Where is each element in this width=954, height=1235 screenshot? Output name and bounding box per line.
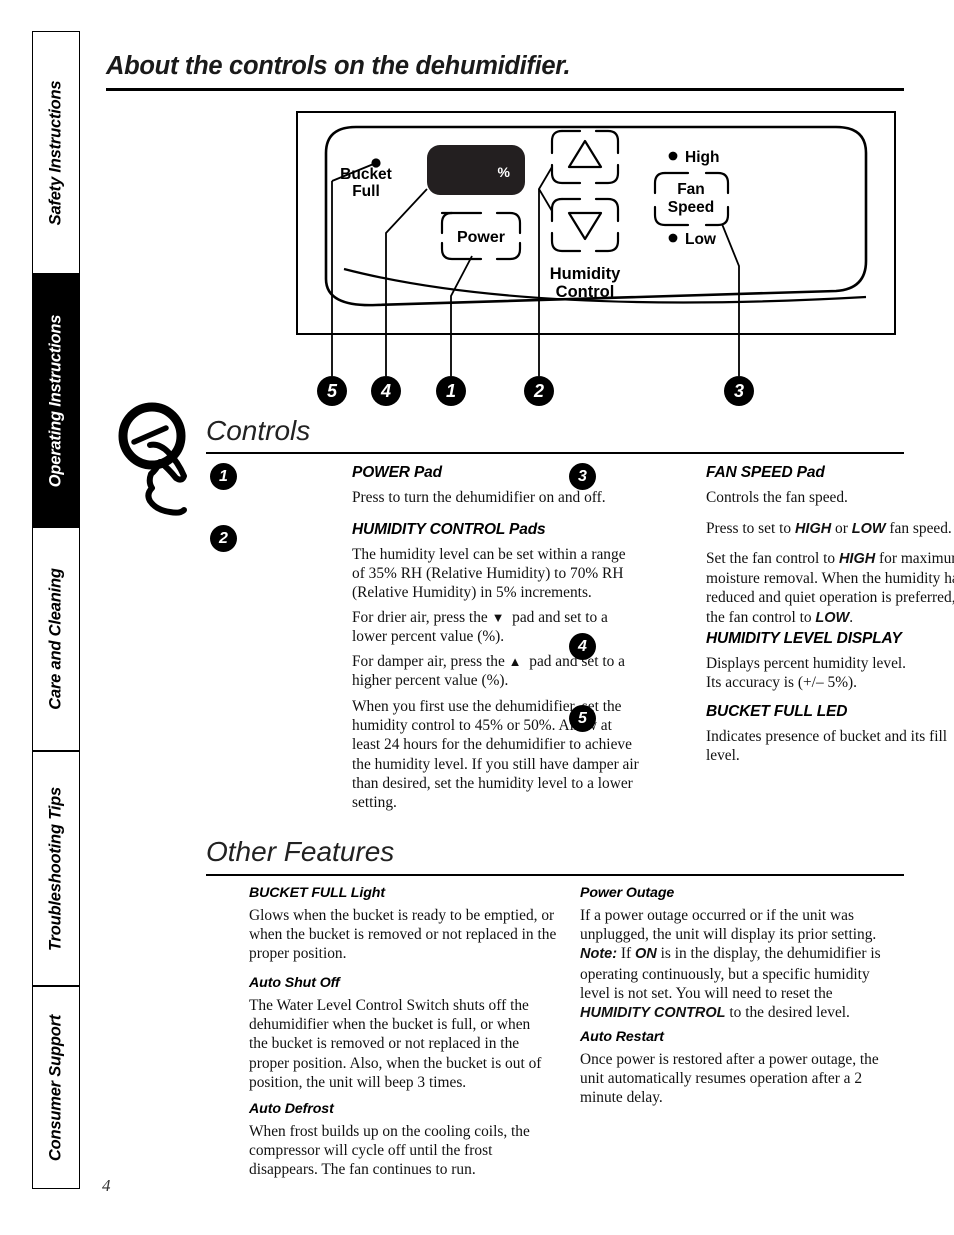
high-led-dot <box>668 151 678 161</box>
sidebar-item-label: Troubleshooting Tips <box>46 786 65 951</box>
power-button-label: Power <box>457 229 505 246</box>
fan-high-label: High <box>685 149 719 166</box>
control-item-title-humidity-control-pads: HUMIDITY CONTROL Pads <box>352 521 546 538</box>
callout-marker-4: 4 <box>371 376 401 406</box>
feature-title-auto-defrost: Auto Defrost <box>249 1101 334 1117</box>
control-item-body-fan-speed-intro: Controls the fan speed. <box>706 489 848 506</box>
display-percent-symbol: % <box>498 164 511 180</box>
control-item-number-3: 3 <box>569 463 596 490</box>
humidity-up-triangle <box>567 139 603 169</box>
humidity-display <box>427 145 525 195</box>
high-emphasis: HIGH <box>794 521 832 537</box>
high-emphasis: HIGH <box>838 551 876 567</box>
control-panel-artwork: Bucket Full % Power Humidity Control Hig… <box>324 125 868 376</box>
sidebar-item-label: Operating Instructions <box>46 314 65 487</box>
other-features-divider <box>206 874 904 876</box>
down-triangle-icon: ▼ <box>491 610 505 625</box>
title-divider <box>106 88 904 92</box>
control-item-title-bucket-full-led: BUCKET FULL LED <box>706 703 848 720</box>
control-item-body-display-line2: Its accuracy is (+/– 5%). <box>706 674 857 691</box>
control-item-body-power-pad: Press to turn the dehumidifier on and of… <box>352 489 606 506</box>
fan-speed-label-line2: Speed <box>668 199 715 216</box>
low-led-dot <box>668 233 678 243</box>
feature-title-power-outage: Power Outage <box>580 885 675 901</box>
sidebar-item-troubleshooting-tips[interactable]: Troubleshooting Tips <box>32 751 80 986</box>
control-item-body-first-use: When you first use the dehumidifier, set… <box>352 698 639 812</box>
callout-marker-2: 2 <box>524 376 554 406</box>
sidebar-item-operating-instructions[interactable]: Operating Instructions <box>32 274 80 527</box>
bucket-full-label-line1: Bucket <box>340 166 392 183</box>
sidebar-item-care-and-cleaning[interactable]: Care and Cleaning <box>32 527 80 751</box>
other-features-heading: Other Features <box>206 836 395 867</box>
control-item-number-5: 5 <box>569 705 596 732</box>
page-content: About the controls on the dehumidifier. <box>100 0 954 1235</box>
controls-section-heading: Controls <box>206 415 311 446</box>
control-item-body-fan-speed-detail: Set the fan control to HIGH for maximu m … <box>706 550 954 626</box>
callout-marker-1: 1 <box>436 376 466 406</box>
feature-title-auto-restart: Auto Restart <box>580 1029 664 1045</box>
page-number: 4 <box>102 1176 111 1195</box>
sidebar-tabs: Safety Instructions Operating Instructio… <box>32 31 80 1189</box>
low-emphasis: LOW <box>815 609 850 626</box>
feature-title-auto-shut-off: Auto Shut Off <box>249 975 340 991</box>
control-item-body-fan-speed-press: Press to set to HIGH or LOW fan speed. <box>706 520 952 537</box>
sidebar-item-label: Safety Instructions <box>46 80 65 225</box>
bucket-full-label-line2: Full <box>352 183 380 200</box>
control-item-body-display-line1: Displays percent humidity level. <box>706 655 907 672</box>
control-item-title-power-pad: POWER Pad <box>352 464 442 481</box>
humidity-control-label-line1: Humidity <box>550 265 621 283</box>
fan-low-label: Low <box>685 231 717 248</box>
low-emphasis: LOW <box>851 521 886 537</box>
note-emphasis: Note: <box>580 946 618 963</box>
control-item-body-drier-air: For drier air, press the ▼ pad and set t… <box>352 609 608 646</box>
humidity-control-emphasis: HUMIDITY CONTROL <box>580 1005 726 1022</box>
control-panel-diagram: Bucket Full % Power Humidity Control Hig… <box>296 111 896 406</box>
control-item-body-humidity-range: The humidity level can be set within a r… <box>352 546 626 602</box>
sidebar-item-label: Consumer Support <box>46 1014 65 1161</box>
up-triangle-icon: ▲ <box>508 654 522 669</box>
control-item-title-fan-speed-pad: FAN SPEED Pad <box>706 464 825 481</box>
feature-body-bucket-full-light: Glows when the bucket is ready to be emp… <box>249 907 557 963</box>
callout-marker-5: 5 <box>317 376 347 406</box>
on-emphasis: ON <box>635 946 657 963</box>
feature-body-auto-defrost: When frost builds up on the cooling coil… <box>249 1123 530 1179</box>
control-item-number-1: 1 <box>210 463 237 490</box>
sidebar-item-consumer-support[interactable]: Consumer Support <box>32 986 80 1189</box>
humidity-down-triangle <box>567 211 603 241</box>
callout-marker-3: 3 <box>724 376 754 406</box>
sidebar-item-safety-instructions[interactable]: Safety Instructions <box>32 31 80 274</box>
control-item-title-humidity-level-display: HUMIDITY LEVEL DISPLAY <box>706 630 902 647</box>
feature-title-bucket-full-light: BUCKET FULL Light <box>249 885 385 901</box>
page-title: About the controls on the dehumidifier. <box>106 52 571 80</box>
control-item-body-bucket-full-led: Indicates presence of bucket and its fil… <box>706 728 948 765</box>
controls-section-divider <box>206 452 904 454</box>
control-item-number-2: 2 <box>210 525 237 552</box>
feature-body-power-outage: If a power outage occurred or if the uni… <box>580 907 881 1022</box>
sidebar-item-label: Care and Cleaning <box>46 568 65 710</box>
fan-speed-label-line1: Fan <box>677 181 705 198</box>
humidity-control-label-line2: Control <box>556 283 615 301</box>
control-item-body-damper-air: For damper air, press the ▲ pad and set … <box>352 653 625 690</box>
feature-body-auto-shut-off: The Water Level Control Switch shuts off… <box>249 997 542 1091</box>
control-item-number-4: 4 <box>569 633 596 660</box>
feature-body-auto-restart: Once power is restored after a power out… <box>580 1051 879 1107</box>
pointing-hand-icon <box>118 402 187 516</box>
